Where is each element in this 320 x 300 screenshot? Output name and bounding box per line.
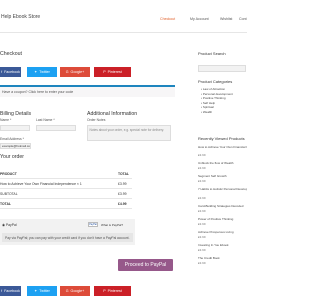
facebook-label: Facebook — [4, 70, 20, 74]
payment-method-box: ◉ PayPal PayPal What is PayPal? Pay via … — [0, 219, 135, 245]
recent-product-price: £3.99 — [198, 222, 206, 226]
pinterest-label: Pinterest — [107, 289, 122, 293]
twitter-label: Twitter — [39, 289, 50, 293]
paypal-radio[interactable]: ◉ PayPal — [2, 223, 17, 227]
pinterest-label: Pinterest — [107, 70, 122, 74]
paypal-method-label: PayPal — [5, 223, 17, 227]
category-item[interactable]: Law of Attraction — [201, 87, 225, 91]
product-search-title: Product Search — [198, 51, 226, 56]
recent-product[interactable]: Power of Positive Thinking — [198, 217, 247, 221]
facebook-share-button[interactable]: f Facebook — [0, 67, 21, 77]
last-name-label: Last Name * — [36, 118, 55, 122]
what-is-paypal-link[interactable]: What is PayPal? — [101, 223, 123, 227]
pinterest-share-button[interactable]: P Pinterest — [94, 67, 131, 77]
column-header-product: PRODUCT — [0, 172, 17, 176]
additional-title: Additional Information — [87, 111, 138, 117]
last-name-field[interactable] — [36, 125, 76, 131]
column-header-total: TOTAL — [118, 172, 129, 176]
recent-product-price: £3.99 — [198, 196, 206, 200]
first-name-field[interactable] — [0, 125, 30, 131]
facebook-icon: f — [1, 70, 3, 74]
twitter-share-button[interactable]: ✦ Twitter — [27, 67, 57, 77]
recent-product[interactable]: Card-Building Strategies Decoded — [198, 204, 247, 208]
twitter-icon: ✦ — [34, 289, 38, 293]
recent-product[interactable]: Investing In You Ebook — [198, 243, 247, 247]
recent-product[interactable]: How to Achieve Your Own Financial Indepe… — [198, 145, 247, 149]
order-table: PRODUCT TOTAL How to Achieve Your Own Fi… — [0, 169, 132, 209]
recent-product-price: £3.99 — [198, 248, 206, 252]
google-label: Google+ — [70, 289, 85, 293]
recent-product-price: £3.99 — [198, 261, 206, 265]
paypal-logo: PayPal — [88, 222, 98, 227]
subtotal-value: £3.99 — [118, 192, 127, 196]
page-title: Checkout — [0, 51, 22, 57]
table-header: PRODUCT TOTAL — [0, 169, 132, 179]
total-label: TOTAL — [0, 202, 11, 206]
recent-product[interactable]: The Credit Book — [198, 256, 247, 260]
google-icon: G — [65, 70, 69, 74]
recent-product-price: £3.99 — [198, 209, 206, 213]
twitter-share-button[interactable]: ✦ Twitter — [27, 286, 57, 296]
proceed-to-paypal-button[interactable]: Proceed to PayPal — [118, 259, 173, 271]
email-label: Email Address * — [0, 137, 24, 141]
recent-product[interactable]: Unblock the flow of Wealth — [198, 161, 247, 165]
nav-checkout[interactable]: Checkout — [160, 17, 175, 21]
google-icon: G — [65, 289, 69, 293]
product-name: How to Achieve Your Own Financial Indepe… — [0, 182, 82, 186]
site-header: Help Ebook Store Checkout My Account Wis… — [0, 0, 247, 33]
table-row: TOTAL £4.99 — [0, 199, 132, 209]
coupon-notice[interactable]: Have a coupon? Click here to enter your … — [0, 85, 175, 97]
site-title[interactable]: Help Ebook Store — [1, 14, 40, 20]
recent-product-price: £3.99 — [198, 153, 206, 157]
recent-product[interactable]: Segment Self Growth — [198, 174, 247, 178]
order-notes-label: Order Notes — [87, 118, 106, 122]
pinterest-icon: P — [103, 289, 106, 293]
recent-product-price: £3.99 — [198, 166, 206, 170]
category-item[interactable]: Positive Thinking — [201, 96, 226, 100]
first-name-label: Name * — [0, 118, 12, 122]
table-row: SUBTOTAL £3.99 — [0, 189, 132, 199]
billing-title: Billing Details — [0, 111, 32, 117]
google-share-button[interactable]: G Google+ — [60, 67, 90, 77]
table-row: How to Achieve Your Own Financial Indepe… — [0, 179, 132, 189]
recent-product[interactable]: 7 Habits to Holistic Personal Developmen… — [198, 187, 247, 191]
google-label: Google+ — [70, 70, 85, 74]
paypal-description: Pay via PayPal; you can pay with your cr… — [2, 233, 133, 242]
subtotal-label: SUBTOTAL — [0, 192, 18, 196]
google-share-button[interactable]: G Google+ — [60, 286, 90, 296]
recent-product[interactable]: Achieve Prosperous Living — [198, 230, 247, 234]
category-item[interactable]: Self Help — [201, 101, 215, 105]
total-value: £4.99 — [118, 202, 127, 206]
recently-viewed-title: Recently Viewed Products — [198, 136, 245, 141]
order-title: Your order — [0, 154, 25, 160]
facebook-share-button[interactable]: f Facebook — [0, 286, 21, 296]
pinterest-share-button[interactable]: P Pinterest — [94, 286, 131, 296]
category-item[interactable]: Wealth — [201, 110, 212, 114]
order-notes-field[interactable]: Notes about your order, e.g. special not… — [87, 125, 171, 141]
product-search-input[interactable] — [198, 65, 246, 72]
nav-contact[interactable]: Cont — [239, 17, 259, 21]
facebook-label: Facebook — [4, 289, 20, 293]
facebook-icon: f — [1, 289, 3, 293]
category-item[interactable]: Personal development — [201, 92, 233, 96]
product-total: £3.99 — [118, 182, 127, 186]
category-item[interactable]: Spiritual — [201, 105, 214, 109]
pinterest-icon: P — [103, 70, 106, 74]
twitter-icon: ✦ — [34, 70, 38, 74]
email-field[interactable]: example@hotmail.com — [0, 143, 31, 149]
recent-product-price: £3.99 — [198, 179, 206, 183]
twitter-label: Twitter — [39, 70, 50, 74]
categories-title: Product Categories — [198, 79, 233, 84]
recent-product-price: £3.99 — [198, 235, 206, 239]
